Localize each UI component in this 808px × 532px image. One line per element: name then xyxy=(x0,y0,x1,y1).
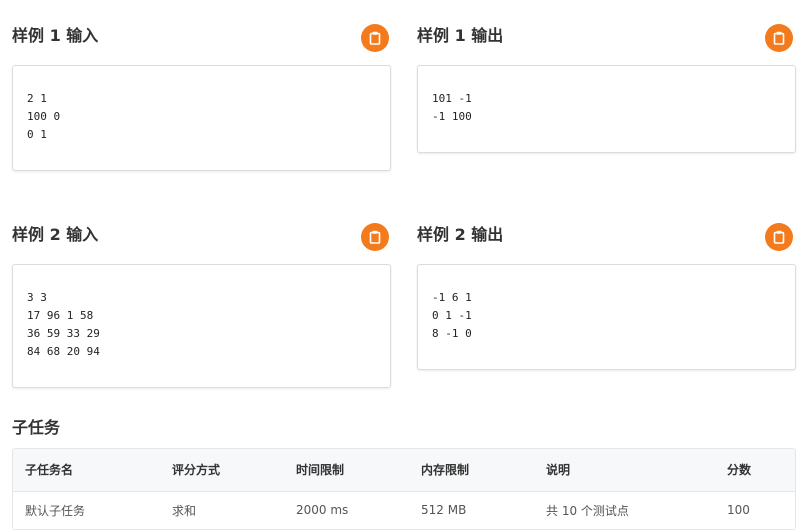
cell-description: 共 10 个测试点 xyxy=(546,503,629,518)
sample-1-input: 样例 1 输入 2 1 100 0 0 1 xyxy=(12,22,391,172)
copy-button[interactable] xyxy=(361,24,389,52)
sample-code-box: 2 1 100 0 0 1 xyxy=(12,65,391,171)
table-row: 默认子任务 求和 2000 ms 512 MB 共 10 个测试点 100 xyxy=(13,491,795,529)
subtasks-title: 子任务 xyxy=(12,418,61,437)
header-subtask-name: 子任务名 xyxy=(25,463,74,478)
sample-code: -1 6 1 0 1 -1 8 -1 0 xyxy=(432,291,472,340)
sample-code-box: 3 3 17 96 1 58 36 59 33 29 84 68 20 94 xyxy=(12,264,391,388)
header-time-limit: 时间限制 xyxy=(296,463,345,478)
sample-title: 样例 2 输出 xyxy=(417,225,504,244)
sample-code: 3 3 17 96 1 58 36 59 33 29 84 68 20 94 xyxy=(27,291,100,358)
clipboard-icon xyxy=(773,230,785,244)
header-score: 分数 xyxy=(727,463,752,478)
clipboard-icon xyxy=(369,230,381,244)
sample-1-output: 样例 1 输出 101 -1 -1 100 xyxy=(417,22,796,154)
subtasks-table: 子任务名 评分方式 时间限制 内存限制 说明 分数 默认子任务 求和 2000 … xyxy=(12,448,796,530)
sample-title: 样例 1 输入 xyxy=(12,26,99,45)
sample-code-box: -1 6 1 0 1 -1 8 -1 0 xyxy=(417,264,796,370)
cell-time-limit: 2000 ms xyxy=(296,503,349,518)
sample-title: 样例 2 输入 xyxy=(12,225,99,244)
header-memory-limit: 内存限制 xyxy=(421,463,470,478)
copy-button[interactable] xyxy=(361,223,389,251)
cell-subtask-name: 默认子任务 xyxy=(25,503,86,518)
sample-code: 2 1 100 0 0 1 xyxy=(27,92,61,141)
cell-score: 100 xyxy=(727,503,750,518)
header-scoring: 评分方式 xyxy=(172,463,221,478)
clipboard-icon xyxy=(773,31,785,45)
sample-title: 样例 1 输出 xyxy=(417,26,504,45)
table-header-row: 子任务名 评分方式 时间限制 内存限制 说明 分数 xyxy=(13,449,795,491)
clipboard-icon xyxy=(369,31,381,45)
cell-scoring: 求和 xyxy=(172,503,197,518)
sample-2-input: 样例 2 输入 3 3 17 96 1 58 36 59 33 29 84 68… xyxy=(12,221,391,389)
sample-2-output: 样例 2 输出 -1 6 1 0 1 -1 8 -1 0 xyxy=(417,221,796,371)
sample-code-box: 101 -1 -1 100 xyxy=(417,65,796,153)
cell-memory-limit: 512 MB xyxy=(421,503,467,518)
sample-code: 101 -1 -1 100 xyxy=(432,92,472,123)
copy-button[interactable] xyxy=(765,223,793,251)
copy-button[interactable] xyxy=(765,24,793,52)
header-description: 说明 xyxy=(546,463,571,478)
